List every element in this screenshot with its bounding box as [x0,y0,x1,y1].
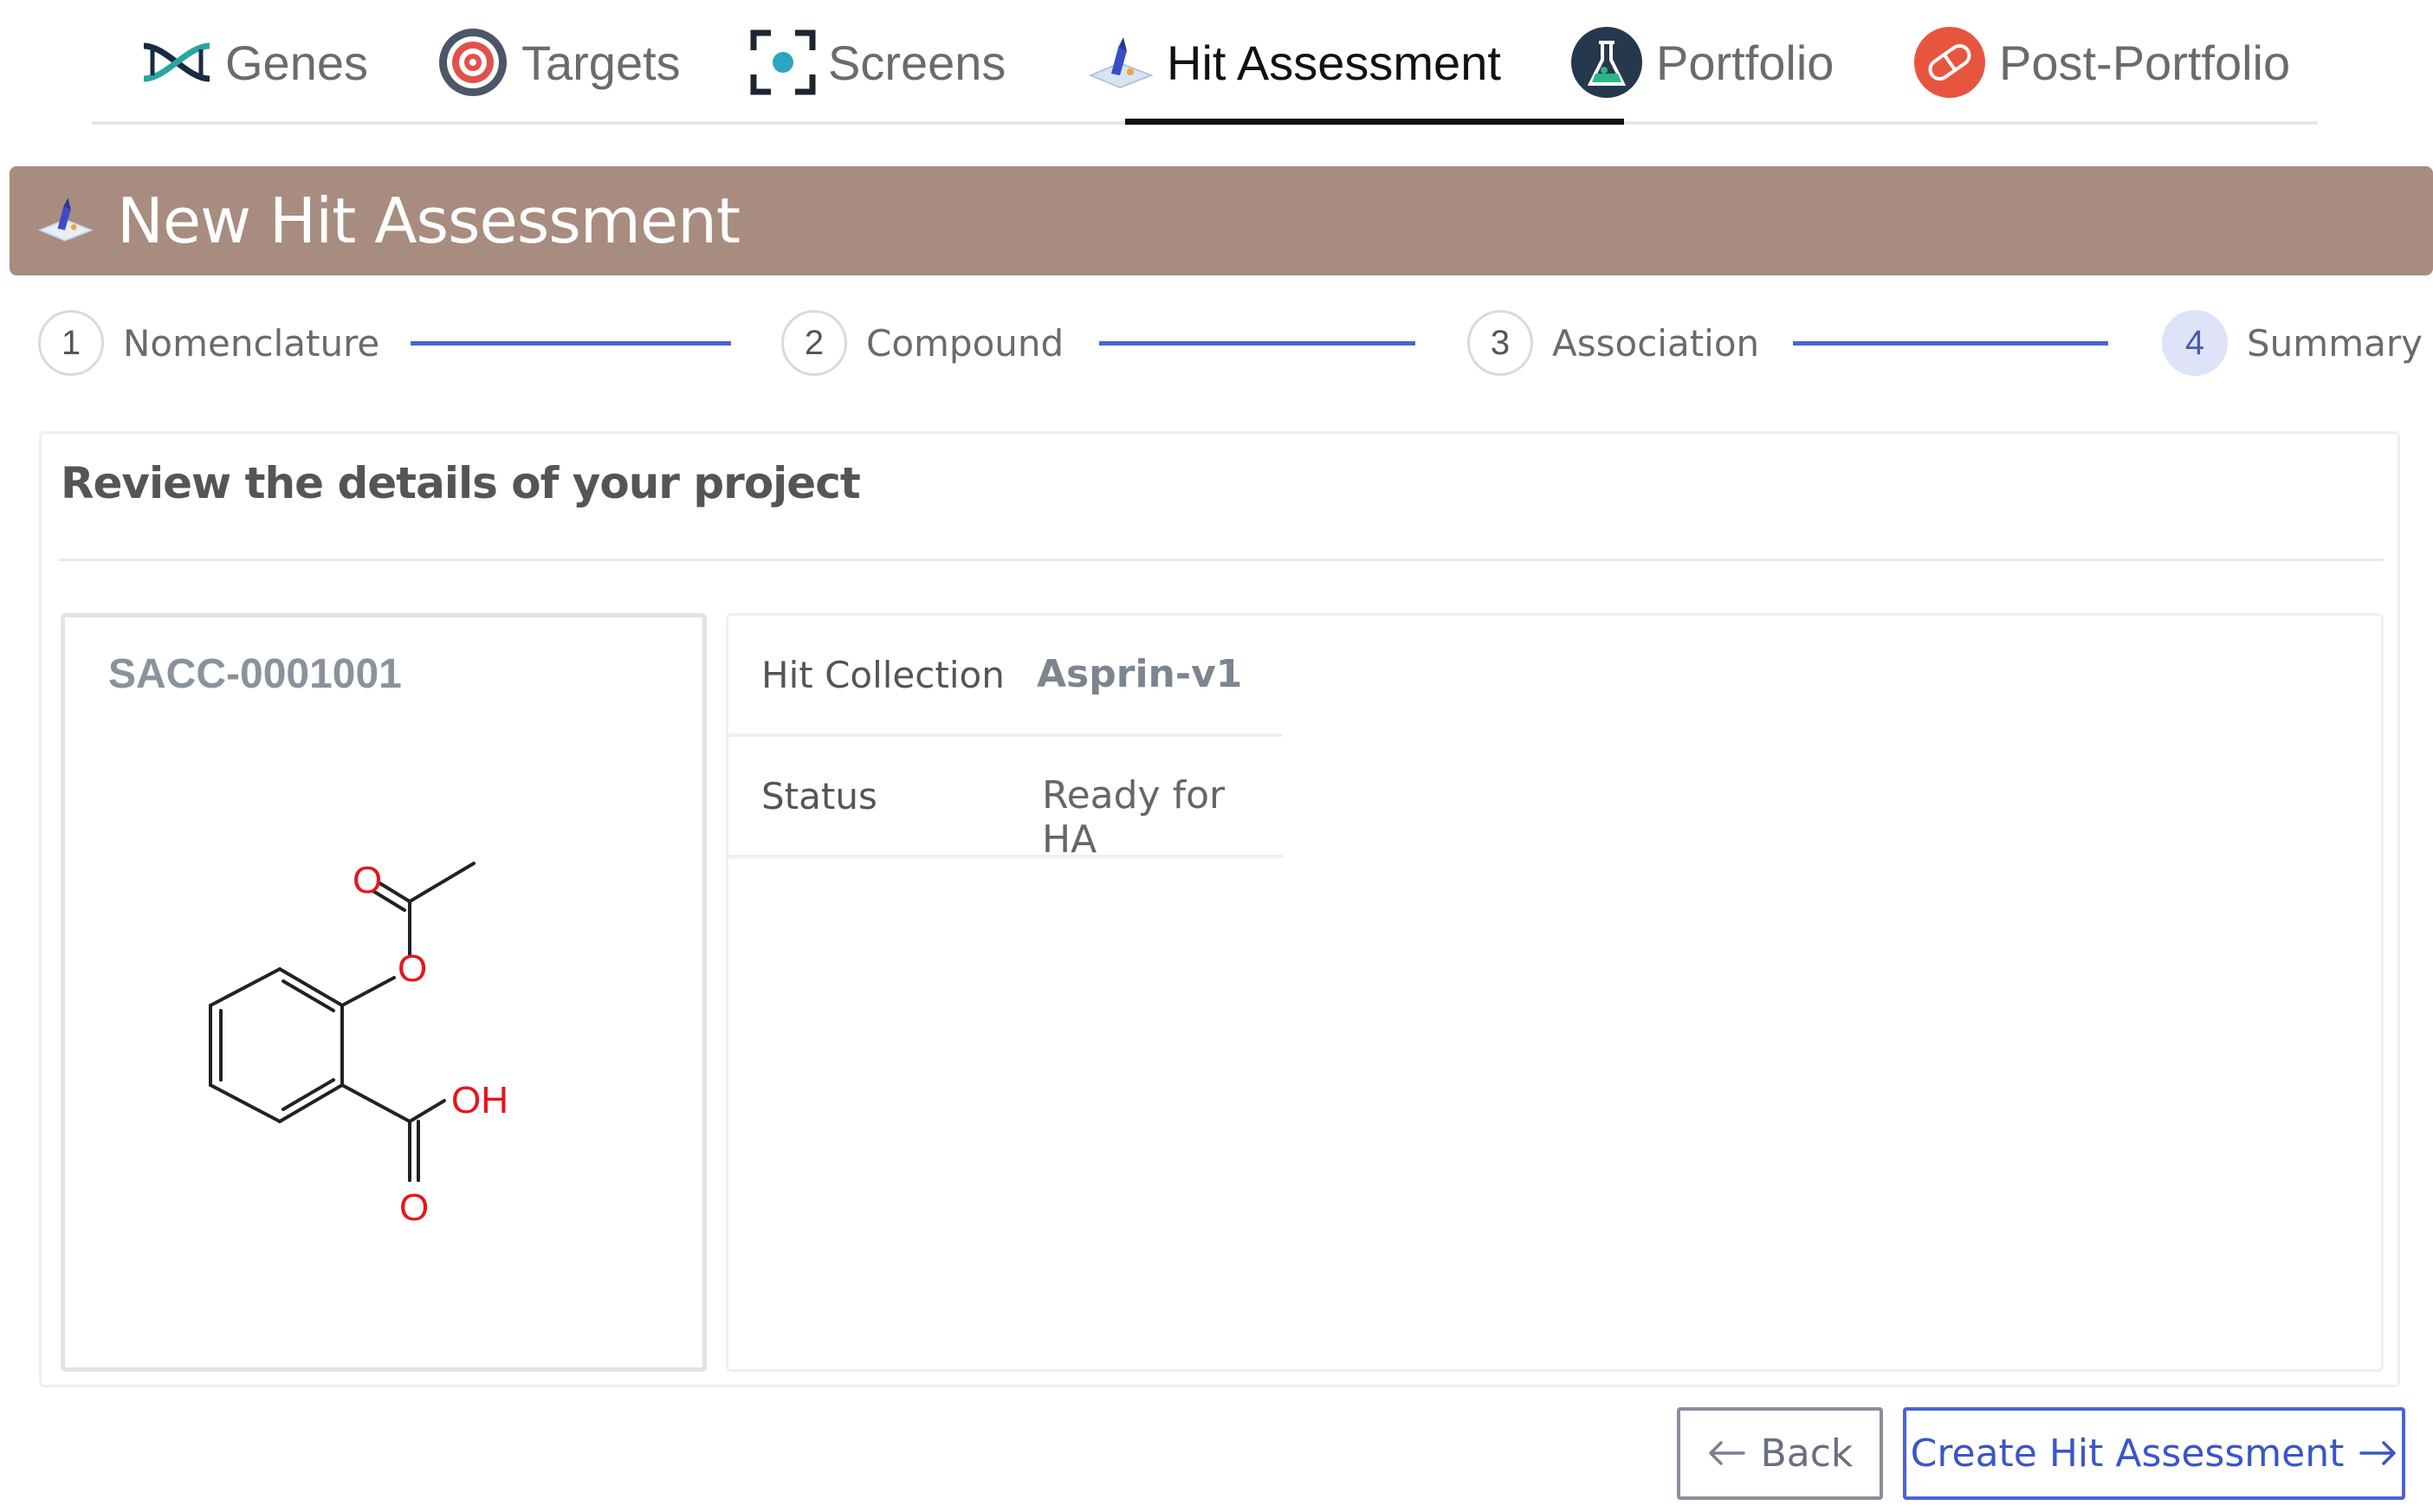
step-label: Nomenclature [123,321,380,365]
divider [59,559,2384,561]
detail-label: Hit Collection [761,654,1005,696]
tab-label: Genes [225,35,368,90]
flask-pen-icon [36,193,94,249]
tab-post-portfolio[interactable]: Post-Portfolio [1912,0,2290,125]
step-number: 4 [2162,310,2228,376]
step-compound[interactable]: 2 Compound [781,308,1064,378]
compound-panel: SACC-0001001 O O OH O [61,613,707,1372]
detail-value: Ready for HA [1042,773,1226,862]
review-card: Review the details of your project SACC-… [39,431,2400,1387]
back-button[interactable]: Back [1677,1407,1883,1500]
atom-label: OH [451,1079,508,1121]
active-tab-indicator [1125,119,1624,125]
tab-label: Hit Assessment [1167,35,1501,90]
tab-portfolio[interactable]: Portfolio [1569,0,1834,125]
compound-structure: O O OH O [209,859,508,1229]
create-hit-assessment-button[interactable]: Create Hit Assessment [1903,1407,2405,1500]
arrow-left-icon [1707,1431,1745,1476]
flask-pen-icon [1085,32,1155,93]
step-number: 1 [38,310,104,376]
top-navigation: Genes Targets Screens Hit Assessment Por… [92,0,2318,125]
tab-label: Portfolio [1656,35,1834,90]
arrow-right-icon [2359,1431,2397,1476]
page-header-banner: New Hit Assessment [10,166,2433,275]
step-connector [411,341,731,346]
project-details-panel: Hit Collection Asprin-v1 Status Ready fo… [726,613,2384,1372]
wizard-stepper: 1 Nomenclature 2 Compound 3 Association … [38,308,2423,378]
tab-targets[interactable]: Targets [437,0,681,125]
step-connector [1099,341,1415,346]
target-icon [437,26,509,99]
back-button-label: Back [1760,1431,1854,1476]
step-label: Association [1552,321,1760,365]
step-label: Compound [866,321,1064,365]
flask-avatar-icon [1569,25,1644,100]
step-summary[interactable]: 4 Summary [2162,308,2423,378]
tab-screens[interactable]: Screens [750,0,1006,125]
pill-icon [1912,25,1987,100]
step-connector [1793,341,2108,346]
atom-label: O [399,1186,429,1229]
atom-label: O [398,947,427,990]
step-association[interactable]: 3 Association [1467,308,1759,378]
screen-focus-icon [750,29,816,95]
page-title: New Hit Assessment [117,184,741,257]
step-nomenclature[interactable]: 1 Nomenclature [38,308,379,378]
detail-value: Asprin-v1 [1037,652,1243,696]
dna-icon [140,41,213,84]
review-title: Review the details of your project [61,458,861,508]
compound-id: SACC-0001001 [108,651,402,697]
step-number: 2 [781,310,847,376]
tab-label: Targets [521,35,681,90]
tab-hit-assessment[interactable]: Hit Assessment [1085,0,1501,125]
step-number: 3 [1467,310,1533,376]
tab-label: Post-Portfolio [1999,35,2291,90]
tab-label: Screens [828,35,1006,90]
detail-row-status: Status Ready for HA [728,737,1283,862]
create-button-label: Create Hit Assessment [1910,1431,2345,1476]
detail-label: Status [761,775,877,817]
atom-label: O [353,859,382,901]
step-label: Summary [2247,321,2423,365]
detail-row-hit-collection: Hit Collection Asprin-v1 [728,616,1283,737]
tab-genes[interactable]: Genes [140,0,368,125]
